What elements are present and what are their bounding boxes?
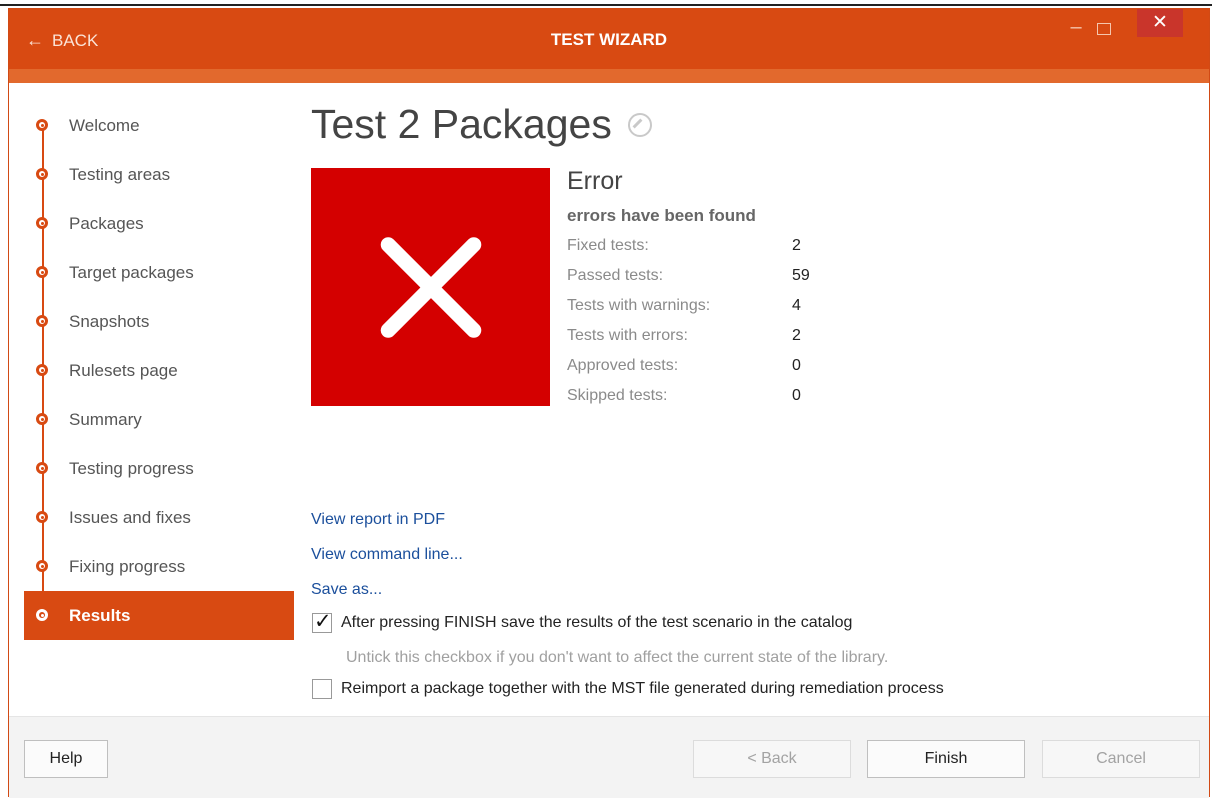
- step-label: Issues and fixes: [69, 507, 191, 527]
- step-summary[interactable]: Summary: [24, 395, 294, 444]
- step-label: Snapshots: [69, 311, 150, 331]
- page-title: Test 2 Packages: [311, 101, 652, 148]
- stat-label: Skipped tests:: [567, 387, 668, 404]
- stat-row: Approved tests: 0: [567, 351, 810, 381]
- stat-value: 4: [792, 297, 801, 314]
- stat-row: Passed tests: 59: [567, 261, 810, 291]
- cancel-button[interactable]: Cancel: [1042, 740, 1200, 778]
- step-target-packages[interactable]: Target packages: [24, 248, 294, 297]
- stat-row: Fixed tests: 2: [567, 231, 810, 261]
- save-results-label: After pressing FINISH save the results o…: [341, 614, 853, 631]
- step-dot-icon: [36, 315, 48, 327]
- stat-value: 59: [792, 267, 810, 284]
- stat-row: Tests with errors: 2: [567, 321, 810, 351]
- step-label: Results: [69, 605, 131, 625]
- view-command-line-link[interactable]: View command line...: [311, 546, 463, 581]
- error-tile: [311, 168, 550, 406]
- step-packages[interactable]: Packages: [24, 199, 294, 248]
- finish-button[interactable]: Finish: [867, 740, 1025, 778]
- stat-row: Tests with warnings: 4: [567, 291, 810, 321]
- step-testing-areas[interactable]: Testing areas: [24, 150, 294, 199]
- stat-value: 2: [792, 237, 801, 254]
- step-testing-progress[interactable]: Testing progress: [24, 444, 294, 493]
- step-dot-icon: [36, 364, 48, 376]
- status-title: Error: [567, 167, 623, 195]
- titlebar: ← BACK TEST WIZARD – ✕: [9, 9, 1209, 69]
- step-label: Testing progress: [69, 458, 194, 478]
- view-report-pdf-link[interactable]: View report in PDF: [311, 511, 463, 546]
- page-title-text: Test 2 Packages: [311, 101, 612, 147]
- footer-bar: Help < Back Finish Cancel: [9, 716, 1209, 798]
- reimport-option[interactable]: Reimport a package together with the MST…: [312, 679, 944, 699]
- stats-list: Fixed tests: 2 Passed tests: 59 Tests with…: [567, 231, 810, 411]
- reimport-checkbox[interactable]: [312, 679, 332, 699]
- step-dot-icon: [36, 511, 48, 523]
- step-rulesets-page[interactable]: Rulesets page: [24, 346, 294, 395]
- stat-label: Approved tests:: [567, 357, 679, 374]
- stat-value: 0: [792, 357, 801, 374]
- wizard-window: ← BACK TEST WIZARD – ✕ Welcome Testing a…: [8, 8, 1210, 798]
- step-dot-icon: [36, 560, 48, 572]
- step-results[interactable]: Results: [24, 591, 294, 640]
- step-dot-icon: [36, 462, 48, 474]
- step-dot-icon: [36, 217, 48, 229]
- save-as-link[interactable]: Save as...: [311, 581, 463, 616]
- links-block: View report in PDF View command line... …: [311, 511, 463, 616]
- stat-value: 0: [792, 387, 801, 404]
- close-icon[interactable]: ✕: [1137, 9, 1183, 37]
- save-results-hint: Untick this checkbox if you don't want t…: [346, 649, 889, 666]
- step-dot-icon: [36, 266, 48, 278]
- step-snapshots[interactable]: Snapshots: [24, 297, 294, 346]
- step-dot-icon: [36, 609, 48, 621]
- save-results-checkbox[interactable]: [312, 609, 332, 634]
- step-label: Summary: [69, 409, 142, 429]
- stat-label: Fixed tests:: [567, 237, 649, 254]
- step-fixing-progress[interactable]: Fixing progress: [24, 542, 294, 591]
- save-results-option[interactable]: After pressing FINISH save the results o…: [312, 609, 853, 634]
- minimize-icon[interactable]: –: [1067, 17, 1085, 39]
- stat-row: Skipped tests: 0: [567, 381, 810, 411]
- stat-label: Tests with errors:: [567, 327, 688, 344]
- top-rule: [0, 0, 1212, 6]
- step-label: Testing areas: [69, 164, 171, 184]
- step-label: Rulesets page: [69, 360, 178, 380]
- step-label: Packages: [69, 213, 144, 233]
- step-dot-icon: [36, 413, 48, 425]
- step-label: Fixing progress: [69, 556, 186, 576]
- edit-icon[interactable]: [627, 112, 652, 137]
- step-dot-icon: [36, 168, 48, 180]
- stat-value: 2: [792, 327, 801, 344]
- reimport-label: Reimport a package together with the MST…: [341, 680, 944, 697]
- help-button[interactable]: Help: [24, 740, 108, 778]
- stat-label: Tests with warnings:: [567, 297, 711, 314]
- step-label: Welcome: [69, 115, 140, 135]
- maximize-icon[interactable]: [1097, 23, 1111, 35]
- step-dot-icon: [36, 119, 48, 131]
- step-issues-and-fixes[interactable]: Issues and fixes: [24, 493, 294, 542]
- titlebar-strip: [9, 69, 1209, 83]
- wizard-steps: Welcome Testing areas Packages Target pa…: [24, 101, 294, 640]
- step-welcome[interactable]: Welcome: [24, 101, 294, 150]
- window-title: TEST WIZARD: [550, 30, 668, 49]
- back-button[interactable]: < Back: [693, 740, 851, 778]
- step-label: Target packages: [69, 262, 194, 282]
- status-subtitle: errors have been found: [567, 206, 756, 225]
- stat-label: Passed tests:: [567, 267, 664, 284]
